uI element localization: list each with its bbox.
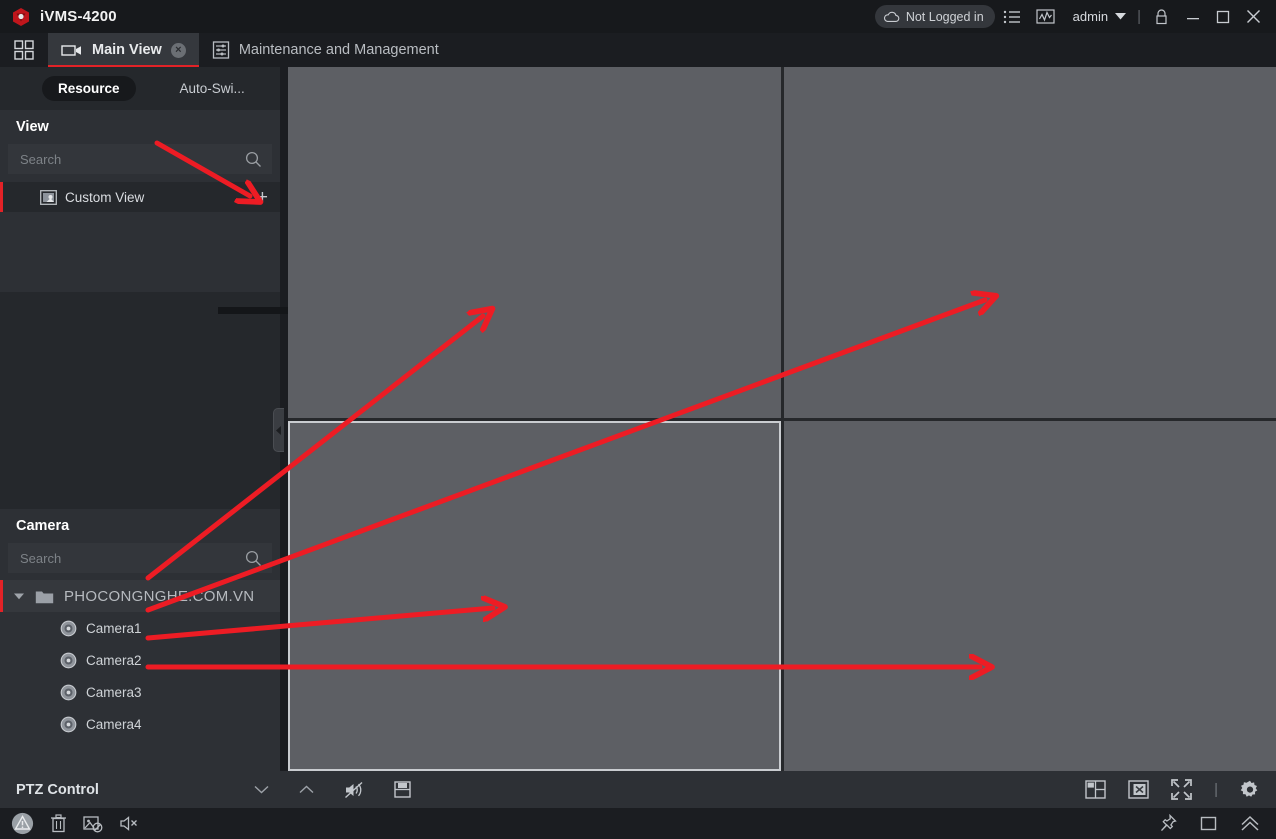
camera-item-1[interactable]: Camera1 — [0, 612, 280, 644]
close-button[interactable] — [1238, 0, 1268, 33]
video-grid-area — [288, 67, 1276, 771]
list-icon[interactable] — [995, 0, 1029, 33]
sliders-icon — [212, 41, 230, 59]
camera-lens-icon — [60, 716, 77, 733]
chevron-down-icon[interactable] — [14, 593, 25, 600]
view-list-empty-area — [0, 292, 280, 509]
camera-item-label: Camera1 — [86, 620, 142, 636]
camera-lens-icon — [60, 684, 77, 701]
lock-icon[interactable] — [1144, 0, 1178, 33]
video-pane-1[interactable] — [288, 67, 781, 418]
camera-search-input[interactable]: Search — [8, 543, 272, 573]
maximize-button[interactable] — [1208, 0, 1238, 33]
camera-item-label: Camera3 — [86, 684, 142, 700]
toolbar-separator: | — [1137, 8, 1141, 25]
tab-label: Main View — [92, 42, 162, 58]
user-menu[interactable]: admin — [1063, 9, 1134, 24]
left-sidebar: Resource Auto-Swi... View Search Custom … — [0, 67, 306, 771]
view-search-row: Search — [0, 144, 280, 174]
ptz-control-bar: PTZ Control | — [0, 771, 1276, 808]
view-section-title: View — [0, 110, 280, 144]
sidebar-collapse-handle[interactable] — [273, 408, 284, 452]
camera-item-2[interactable]: Camera2 — [0, 644, 280, 676]
sidebar-tab-strip: Resource Auto-Swi... — [0, 67, 280, 110]
camera-item-label: Camera4 — [86, 716, 142, 732]
trash-icon[interactable] — [50, 814, 67, 833]
close-all-window-icon[interactable] — [1128, 780, 1149, 799]
user-name-label: admin — [1072, 9, 1109, 24]
chart-icon[interactable] — [1029, 0, 1063, 33]
ivms-4200-window: iVMS-4200 Not Logged in admin | Main Vie… — [0, 0, 1276, 839]
gear-icon[interactable] — [1240, 780, 1260, 800]
tab-label: Maintenance and Management — [238, 42, 439, 58]
camera-section-title: Camera — [0, 509, 280, 543]
search-icon[interactable] — [245, 151, 262, 168]
chevron-left-icon — [276, 425, 281, 435]
window-icon[interactable] — [1200, 815, 1217, 832]
ptz-control-title[interactable]: PTZ Control — [16, 782, 99, 798]
image-disabled-icon[interactable] — [83, 815, 103, 833]
view-item-custom-view[interactable]: Custom View + — [0, 182, 280, 212]
camera-section: Camera Search PHOCONGNGHE.COM.VN Camera1… — [0, 509, 280, 740]
folder-icon — [35, 589, 54, 604]
chevron-up-icon[interactable] — [299, 785, 314, 794]
video-pane-3[interactable] — [288, 420, 781, 771]
view-search-input[interactable]: Search — [8, 144, 272, 174]
chevron-down-icon[interactable] — [254, 785, 269, 794]
window-division-icon[interactable] — [1085, 780, 1106, 799]
status-bar — [0, 808, 1276, 839]
pin-icon[interactable] — [1158, 814, 1177, 833]
camera-item-4[interactable]: Camera4 — [0, 708, 280, 740]
video-pane-4[interactable] — [783, 420, 1276, 771]
video-pane-2[interactable] — [783, 67, 1276, 418]
camera-item-label: Camera2 — [86, 652, 142, 668]
video-grid — [288, 67, 1276, 771]
cloud-icon — [883, 11, 900, 23]
camera-item-3[interactable]: Camera3 — [0, 676, 280, 708]
audio-mute-icon[interactable] — [119, 815, 139, 832]
ptz-bar-icons — [254, 781, 411, 799]
speaker-mute-icon[interactable] — [344, 781, 364, 799]
sidebar-tab-resource[interactable]: Resource — [42, 76, 136, 101]
ptz-right-toolbar: | — [1085, 779, 1260, 800]
camera-lens-icon — [60, 652, 77, 669]
hikvision-logo-icon — [10, 6, 32, 28]
double-chevron-up-icon[interactable] — [1240, 815, 1260, 832]
camera-group-label: PHOCONGNGHE.COM.VN — [64, 587, 255, 605]
chevron-down-icon — [1115, 13, 1127, 20]
title-bar-controls: Not Logged in admin | — [874, 0, 1276, 33]
tab-maintenance-management[interactable]: Maintenance and Management — [199, 33, 452, 67]
camera-icon — [61, 43, 83, 58]
camera-lens-icon — [60, 620, 77, 637]
minimize-button[interactable] — [1178, 0, 1208, 33]
title-bar: iVMS-4200 Not Logged in admin | — [0, 0, 1276, 33]
camera-search-row: Search — [0, 543, 280, 573]
fullscreen-icon[interactable] — [1171, 779, 1192, 800]
tab-bar: Main View × Maintenance and Management — [0, 33, 1276, 67]
tab-close-icon[interactable]: × — [170, 42, 186, 58]
login-status-label: Not Logged in — [905, 9, 984, 24]
sidebar-tab-auto-switch[interactable]: Auto-Swi... — [164, 76, 261, 101]
status-bar-right — [1158, 814, 1260, 833]
app-title: iVMS-4200 — [40, 8, 117, 25]
grid-apps-icon[interactable] — [0, 33, 48, 67]
camera-search-placeholder: Search — [20, 550, 62, 566]
login-status-button[interactable]: Not Logged in — [874, 5, 995, 28]
status-bar-left — [11, 812, 139, 835]
camera-group-phocongnghe[interactable]: PHOCONGNGHE.COM.VN — [0, 580, 280, 612]
ptz-toolbar-separator: | — [1214, 781, 1218, 798]
warning-triangle-icon[interactable] — [11, 812, 34, 835]
tab-main-view[interactable]: Main View × — [48, 33, 199, 67]
save-icon[interactable] — [394, 781, 411, 798]
view-search-placeholder: Search — [20, 151, 62, 167]
custom-view-icon — [40, 189, 57, 205]
view-item-label: Custom View — [65, 189, 145, 205]
add-view-button[interactable]: + — [257, 188, 268, 207]
search-icon[interactable] — [245, 550, 262, 567]
